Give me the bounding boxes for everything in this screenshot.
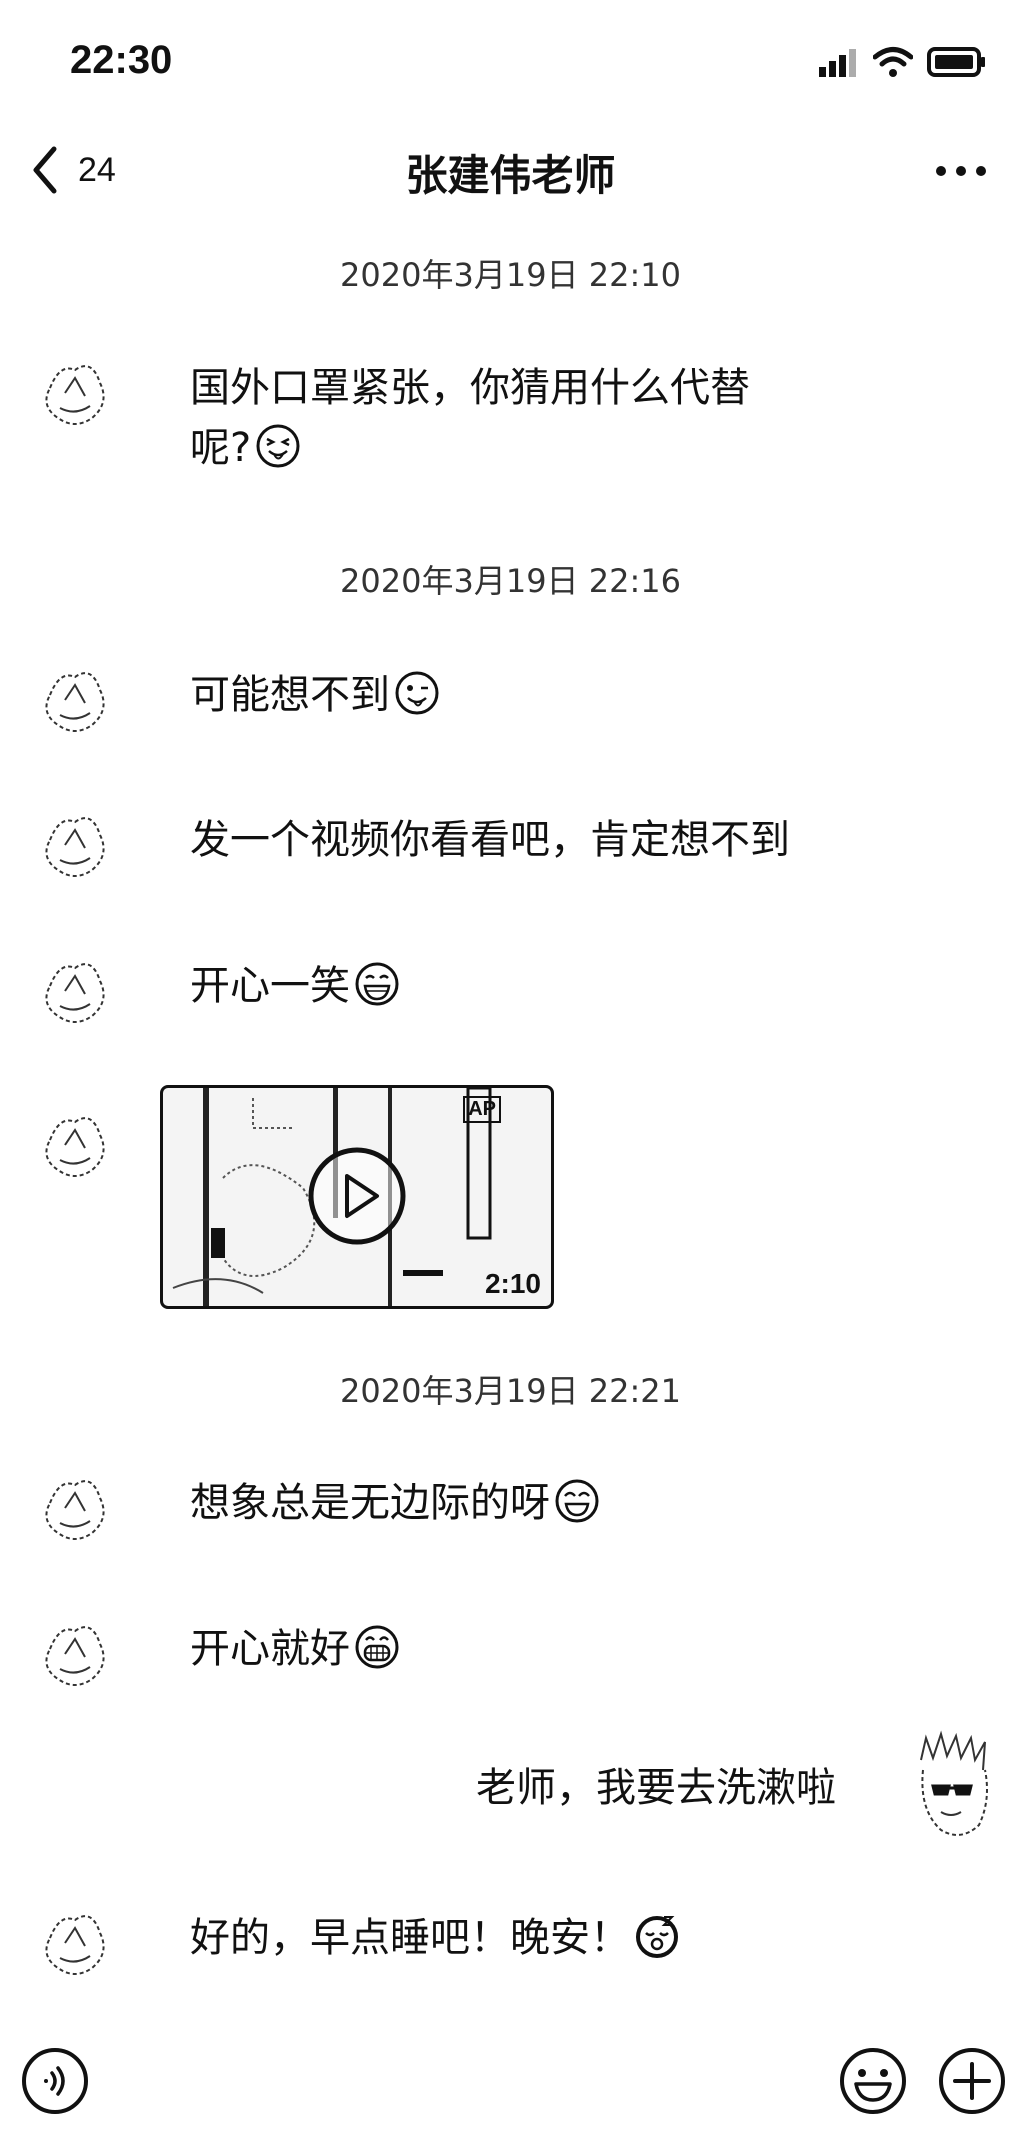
input-bar: [0, 2040, 1021, 2151]
teacher-avatar[interactable]: [30, 1609, 120, 1699]
my-message-bubble[interactable]: 老师，我要去洗漱啦: [476, 1758, 836, 1818]
message-bubble[interactable]: 可能想不到: [190, 665, 440, 725]
video-badge: AP: [463, 1096, 501, 1123]
message-text: 发一个视频你看看吧，肯定想不到: [190, 817, 790, 863]
teacher-avatar[interactable]: [30, 655, 120, 745]
message-text: 可能想不到: [190, 672, 390, 718]
message-text: 国外口罩紧张，你猜用什么代替: [190, 365, 750, 411]
signal-icon: [819, 49, 856, 77]
grinning-emoji-icon: [355, 962, 399, 1006]
wifi-icon: [873, 47, 913, 77]
teacher-avatar[interactable]: [30, 1898, 120, 1988]
message-text: 好的，早点睡吧！晚安！: [190, 1915, 630, 1961]
message-bubble[interactable]: 好的，早点睡吧！晚安！: [190, 1908, 680, 1968]
voice-icon[interactable]: [20, 2046, 90, 2116]
big-grin-emoji-icon: [355, 1625, 399, 1669]
timestamp: 2020年3月19日 22:16: [340, 562, 681, 600]
add-icon[interactable]: [937, 2046, 1007, 2116]
squinting-tongue-emoji-icon: [256, 424, 300, 468]
emoji-icon[interactable]: [838, 2046, 908, 2116]
message-bubble[interactable]: 想象总是无边际的呀: [190, 1473, 600, 1533]
winking-tongue-emoji-icon: [395, 671, 439, 715]
message-text: 开心一笑: [190, 963, 350, 1009]
status-icons: [817, 44, 987, 80]
more-icon[interactable]: [931, 146, 991, 196]
smiling-emoji-icon: [555, 1479, 599, 1523]
timestamp: 2020年3月19日 22:10: [340, 256, 681, 294]
message-bubble[interactable]: 开心一笑: [190, 956, 400, 1016]
teacher-avatar[interactable]: [30, 800, 120, 890]
teacher-avatar[interactable]: [30, 1463, 120, 1553]
battery-icon: [927, 47, 985, 77]
teacher-avatar[interactable]: [30, 1100, 120, 1190]
message-text: 开心就好: [190, 1626, 350, 1672]
sleeping-emoji-icon: [636, 1916, 678, 1958]
message-bubble[interactable]: 开心就好: [190, 1619, 400, 1679]
video-duration: 2:10: [484, 1268, 541, 1299]
message-bubble[interactable]: 国外口罩紧张，你猜用什么代替 呢?: [190, 358, 850, 478]
message-text: 老师，我要去洗漱啦: [476, 1765, 836, 1811]
status-bar: 22:30: [0, 0, 1021, 120]
message-text: 想象总是无边际的呀: [190, 1480, 550, 1526]
teacher-avatar[interactable]: [30, 348, 120, 438]
status-time: 22:30: [70, 38, 173, 82]
chat-title: 张建伟老师: [405, 151, 616, 200]
play-icon[interactable]: [305, 1144, 409, 1248]
message-text: 呢?: [190, 425, 252, 471]
timestamp: 2020年3月19日 22:21: [340, 1372, 681, 1410]
teacher-avatar[interactable]: [30, 946, 120, 1036]
nav-bar: 24 张建伟老师: [0, 120, 1021, 220]
message-bubble[interactable]: 发一个视频你看看吧，肯定想不到: [190, 810, 790, 870]
my-avatar[interactable]: [901, 1730, 1001, 1850]
video-message[interactable]: AP 2:10: [160, 1085, 554, 1309]
